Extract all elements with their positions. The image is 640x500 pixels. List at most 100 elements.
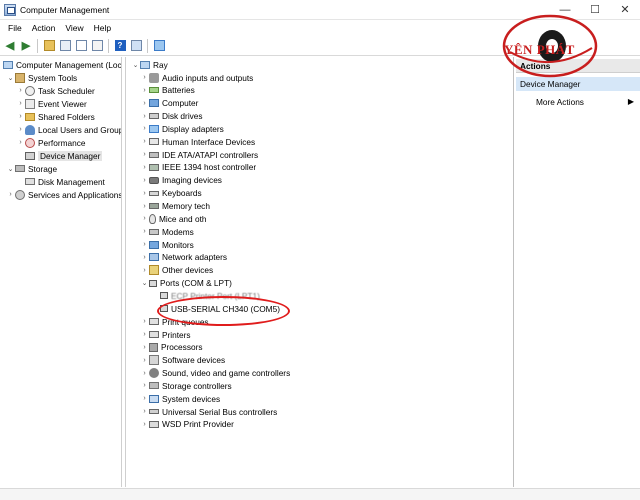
tree-task-scheduler[interactable]: › Task Scheduler: [16, 84, 95, 97]
chevron-right-icon[interactable]: ›: [16, 100, 25, 107]
tree-performance[interactable]: › Performance: [16, 136, 86, 149]
chevron-right-icon[interactable]: ›: [140, 113, 149, 120]
up-folder-icon[interactable]: [42, 39, 56, 53]
chevron-right-icon[interactable]: ›: [140, 357, 149, 364]
menu-file[interactable]: File: [3, 23, 27, 33]
device-category[interactable]: › Print queues: [140, 315, 208, 328]
minimize-button[interactable]: —: [550, 0, 580, 20]
device-category[interactable]: › Display adapters: [140, 122, 223, 135]
forward-arrow-icon[interactable]: ▶: [19, 39, 33, 53]
device-category[interactable]: › Modems: [140, 225, 194, 238]
menu-help[interactable]: Help: [89, 23, 116, 33]
device-category[interactable]: › Storage controllers: [140, 379, 232, 392]
device-root[interactable]: ⌄ Ray: [131, 58, 168, 71]
show-hide-action-pane-icon[interactable]: [129, 39, 143, 53]
chevron-right-icon[interactable]: ›: [140, 138, 149, 145]
device-category[interactable]: › Audio inputs and outputs: [140, 71, 253, 84]
device-category[interactable]: › IEEE 1394 host controller: [140, 161, 256, 174]
actions-section-device-manager[interactable]: Device Manager: [516, 77, 640, 91]
computer-icon: [3, 60, 13, 69]
device-category[interactable]: › Computer: [140, 97, 198, 110]
chevron-right-icon[interactable]: ›: [140, 382, 149, 389]
device-category[interactable]: › Keyboards: [140, 187, 201, 200]
chevron-right-icon[interactable]: ›: [140, 190, 149, 197]
chevron-right-icon[interactable]: ›: [140, 215, 149, 222]
chevron-right-icon[interactable]: ›: [16, 139, 25, 146]
device-category[interactable]: › Monitors: [140, 238, 194, 251]
device-category-label: Mice and oth: [159, 213, 207, 224]
chevron-right-icon[interactable]: ›: [140, 344, 149, 351]
tree-shared-folders[interactable]: › Shared Folders: [16, 110, 94, 123]
tree-storage[interactable]: ⌄ Storage: [6, 162, 58, 175]
tree-services[interactable]: › Services and Applications: [6, 188, 121, 201]
device-category[interactable]: › Universal Serial Bus controllers: [140, 405, 277, 418]
close-button[interactable]: ✕: [610, 0, 640, 20]
help-icon[interactable]: ?: [113, 39, 127, 53]
device-category[interactable]: › Disk drives: [140, 110, 202, 123]
tree-device-manager[interactable]: Device Manager: [25, 149, 103, 162]
chevron-right-icon[interactable]: ›: [140, 87, 149, 94]
chevron-right-icon[interactable]: ›: [140, 151, 149, 158]
device-category[interactable]: › Batteries: [140, 84, 194, 97]
menu-action[interactable]: Action: [27, 23, 61, 33]
chevron-right-icon[interactable]: ›: [140, 370, 149, 377]
device-category[interactable]: › Network adapters: [140, 251, 227, 264]
properties-icon[interactable]: [74, 39, 88, 53]
chevron-right-icon[interactable]: ›: [140, 254, 149, 261]
device-category[interactable]: › Human Interface Devices: [140, 135, 255, 148]
device-category-ports[interactable]: ⌄ Ports (COM & LPT): [140, 277, 232, 290]
device-category-label: Ports (COM & LPT): [160, 278, 232, 289]
chevron-right-icon[interactable]: ›: [140, 125, 149, 132]
chevron-right-icon[interactable]: ›: [140, 100, 149, 107]
chevron-right-icon[interactable]: ›: [140, 318, 149, 325]
ecp-printer-port[interactable]: ECP Printer Port (LPT1): [160, 289, 260, 302]
chevron-right-icon[interactable]: ›: [140, 241, 149, 248]
chevron-right-icon[interactable]: ›: [140, 267, 149, 274]
chevron-right-icon[interactable]: ›: [140, 228, 149, 235]
device-category[interactable]: › Processors: [140, 341, 202, 354]
chevron-right-icon[interactable]: ›: [140, 164, 149, 171]
device-category[interactable]: › IDE ATA/ATAPI controllers: [140, 148, 258, 161]
tree-root[interactable]: Computer Management (Local: [3, 58, 121, 71]
device-category[interactable]: › Imaging devices: [140, 174, 222, 187]
device-category-label: Storage controllers: [162, 380, 232, 391]
chevron-right-icon[interactable]: ›: [16, 87, 25, 94]
chevron-right-icon[interactable]: ›: [140, 331, 149, 338]
tree-local-users[interactable]: › Local Users and Groups: [16, 123, 121, 136]
chevron-right-icon[interactable]: ›: [140, 421, 149, 428]
tree-system-tools[interactable]: ⌄ System Tools: [6, 71, 77, 84]
more-actions-item[interactable]: More Actions ▶: [516, 95, 640, 109]
refresh-icon[interactable]: [90, 39, 104, 53]
chevron-right-icon[interactable]: ›: [16, 126, 25, 133]
chevron-right-icon[interactable]: ›: [140, 408, 149, 415]
sys-icon: [149, 394, 159, 403]
maximize-button[interactable]: ☐: [580, 0, 610, 20]
device-category[interactable]: › Other devices: [140, 264, 213, 277]
tree-disk-management[interactable]: Disk Management: [25, 175, 105, 188]
device-category[interactable]: › Mice and oth: [140, 212, 207, 225]
chevron-right-icon[interactable]: ›: [140, 177, 149, 184]
device-category[interactable]: › System devices: [140, 392, 220, 405]
chevron-down-icon[interactable]: ⌄: [140, 279, 149, 287]
tree-event-viewer[interactable]: › Event Viewer: [16, 97, 87, 110]
chevron-right-icon[interactable]: ›: [140, 203, 149, 210]
chevron-right-icon[interactable]: ›: [140, 74, 149, 81]
chevron-down-icon[interactable]: ⌄: [131, 61, 140, 69]
device-category[interactable]: › WSD Print Provider: [140, 418, 234, 431]
device-category[interactable]: › Memory tech: [140, 200, 210, 213]
device-category[interactable]: › Software devices: [140, 354, 225, 367]
services-icon: [15, 189, 25, 200]
chevron-right-icon[interactable]: ›: [6, 191, 15, 198]
menu-view[interactable]: View: [60, 23, 88, 33]
device-category[interactable]: › Sound, video and game controllers: [140, 367, 290, 380]
chevron-right-icon[interactable]: ›: [16, 113, 25, 120]
chevron-right-icon[interactable]: ›: [140, 395, 149, 402]
device-category[interactable]: › Printers: [140, 328, 190, 341]
computer-icon[interactable]: [152, 39, 166, 53]
chevron-down-icon[interactable]: ⌄: [6, 165, 15, 173]
chevron-down-icon[interactable]: ⌄: [6, 74, 15, 82]
storage-icon: [149, 382, 159, 390]
usb-serial-ch340-port[interactable]: USB-SERIAL CH340 (COM5): [160, 302, 280, 315]
show-hide-tree-icon[interactable]: [58, 39, 72, 53]
back-arrow-icon[interactable]: ◀: [3, 39, 17, 53]
